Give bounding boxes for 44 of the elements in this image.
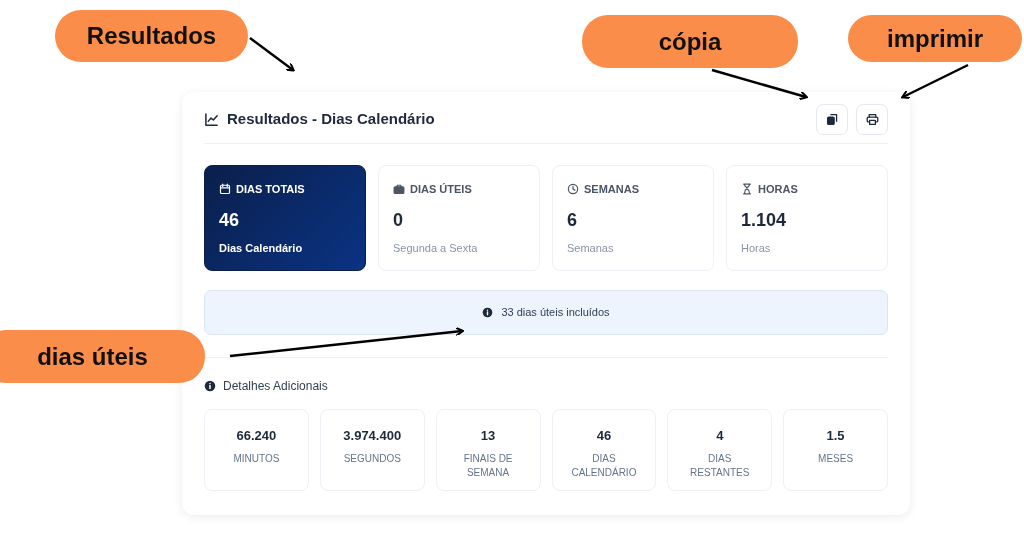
stat-label: HORAS xyxy=(758,182,798,197)
briefcase-icon xyxy=(393,183,405,196)
calendar-icon xyxy=(219,183,231,196)
line-chart-icon xyxy=(204,112,219,127)
print-button[interactable] xyxy=(856,104,888,135)
copy-button[interactable] xyxy=(816,104,848,135)
stat-value: 6 xyxy=(567,208,578,232)
detail-value: 66.240 xyxy=(235,427,278,445)
info-icon xyxy=(482,307,494,318)
copy-icon xyxy=(825,113,839,126)
stat-caption: Semanas xyxy=(567,240,615,256)
detail-value: 4 xyxy=(715,427,725,445)
panel-title: Resultados - Dias Calendário xyxy=(227,109,435,130)
notice-text: 33 dias úteis incluídos xyxy=(501,305,610,321)
stat-label: SEMANAS xyxy=(584,182,639,197)
stat-caption: Dias Calendário xyxy=(219,240,304,256)
clock-icon xyxy=(567,183,579,196)
stat-label: DIAS ÚTEIS xyxy=(410,182,472,197)
stat-value: 46 xyxy=(219,208,241,232)
stat-value: 1.104 xyxy=(741,208,788,232)
hourglass-icon xyxy=(741,183,753,196)
printer-icon xyxy=(865,113,879,126)
detail-label: MINUTOS xyxy=(232,451,281,466)
detail-label: FINAIS DE SEMANA xyxy=(462,451,514,480)
stat-caption: Segunda a Sexta xyxy=(393,240,479,256)
stat-value: 0 xyxy=(393,208,404,232)
detail-label: SEGUNDOS xyxy=(342,451,402,466)
callout-arrow xyxy=(901,63,969,99)
detail-value: 1.5 xyxy=(825,427,846,445)
info-icon xyxy=(204,380,216,392)
detail-value: 46 xyxy=(595,427,613,445)
detail-label: DIAS CALENDÁRIO xyxy=(570,451,638,480)
callout-label: cópia xyxy=(582,15,798,68)
detail-label: DIAS RESTANTES xyxy=(689,451,751,480)
callout-label: Resultados xyxy=(55,10,248,62)
detail-value: 13 xyxy=(479,427,497,445)
section-title: Detalhes Adicionais xyxy=(223,378,328,395)
callout-label: dias úteis xyxy=(0,330,205,383)
callout-arrow xyxy=(249,37,295,72)
detail-label: MESES xyxy=(817,451,855,466)
callout-label: imprimir xyxy=(848,15,1022,62)
stat-caption: Horas xyxy=(741,240,772,256)
stat-label: DIAS TOTAIS xyxy=(236,182,305,197)
detail-value: 3.974.400 xyxy=(342,427,403,445)
